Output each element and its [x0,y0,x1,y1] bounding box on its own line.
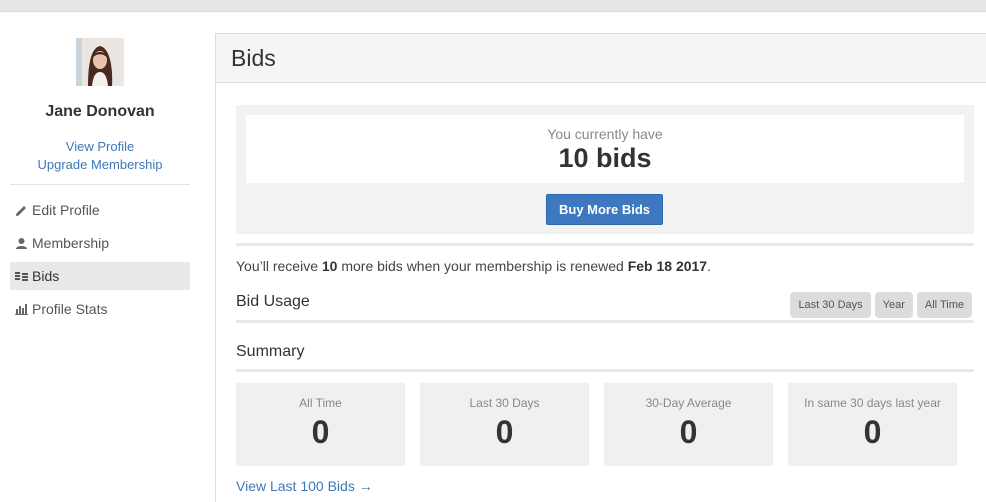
pencil-icon [15,204,32,217]
sidebar-nav: Edit Profile Membership Bids Profile Sta… [10,196,190,328]
bid-balance-card: You currently have 10 bids [246,115,964,183]
renewal-date: Feb 18 2017 [627,258,708,274]
sidebar-item-label: Profile Stats [32,301,108,317]
section-divider [236,320,974,323]
stat-card-same-period-last-year: In same 30 days last year 0 [788,383,957,466]
avatar[interactable] [76,38,124,86]
sidebar-item-bids[interactable]: Bids [10,262,190,290]
sidebar-divider [10,184,190,185]
view-last-100-bids-link[interactable]: View Last 100 Bids → [236,478,373,494]
renewal-prefix: You’ll receive [236,258,322,274]
page-title: Bids [231,44,276,71]
buy-more-bids-button[interactable]: Buy More Bids [546,194,663,225]
upgrade-membership-link[interactable]: Upgrade Membership [10,157,190,172]
top-bar [0,0,986,12]
sidebar-item-label: Membership [32,235,110,251]
bar-chart-icon [15,303,32,315]
user-name: Jane Donovan [45,103,155,120]
bid-balance-count: 10 bids [558,143,652,173]
bids-panel: Bids You currently have 10 bids Buy More… [215,33,986,502]
section-divider [236,243,974,246]
summary-stats: All Time 0 Last 30 Days 0 30-Day Average… [236,383,957,466]
section-divider [236,369,974,372]
view-profile-link[interactable]: View Profile [10,139,190,154]
bid-usage-title: Bid Usage [236,293,310,310]
filter-year-button[interactable]: Year [874,292,913,318]
sidebar-item-profile-stats[interactable]: Profile Stats [10,295,190,323]
renewal-message: You’ll receive 10 more bids when your me… [236,258,711,274]
stat-label: All Time [299,396,342,410]
avatar-photo [76,38,124,86]
summary-title: Summary [236,343,305,360]
stat-card-all-time: All Time 0 [236,383,405,466]
stat-value: 0 [311,414,330,450]
sidebar-item-membership[interactable]: Membership [10,229,190,257]
bids-icon [15,270,32,282]
filter-all-time-button[interactable]: All Time [916,292,972,318]
sidebar-item-label: Edit Profile [32,202,100,218]
sidebar-item-label: Bids [32,268,60,284]
filter-last-30-days-button[interactable]: Last 30 Days [790,292,871,318]
usage-filter-group: Last 30 Days Year All Time [790,292,972,318]
renewal-middle: more bids when your membership is renewe… [337,258,628,274]
stat-value: 0 [863,414,882,450]
bid-balance-caption: You currently have [547,126,663,142]
stat-card-30-day-average: 30-Day Average 0 [604,383,773,466]
stat-label: 30-Day Average [645,396,732,410]
sidebar-item-edit-profile[interactable]: Edit Profile [10,196,190,224]
stat-label: Last 30 Days [469,396,540,410]
stat-value: 0 [679,414,698,450]
panel-header: Bids [216,34,986,83]
renewal-amount: 10 [321,258,338,274]
user-icon [15,237,32,250]
stat-card-last-30-days: Last 30 Days 0 [420,383,589,466]
renewal-suffix: . [707,258,711,274]
stat-label: In same 30 days last year [804,396,941,410]
stat-value: 0 [495,414,514,450]
bid-balance-box: You currently have 10 bids Buy More Bids [236,105,974,234]
